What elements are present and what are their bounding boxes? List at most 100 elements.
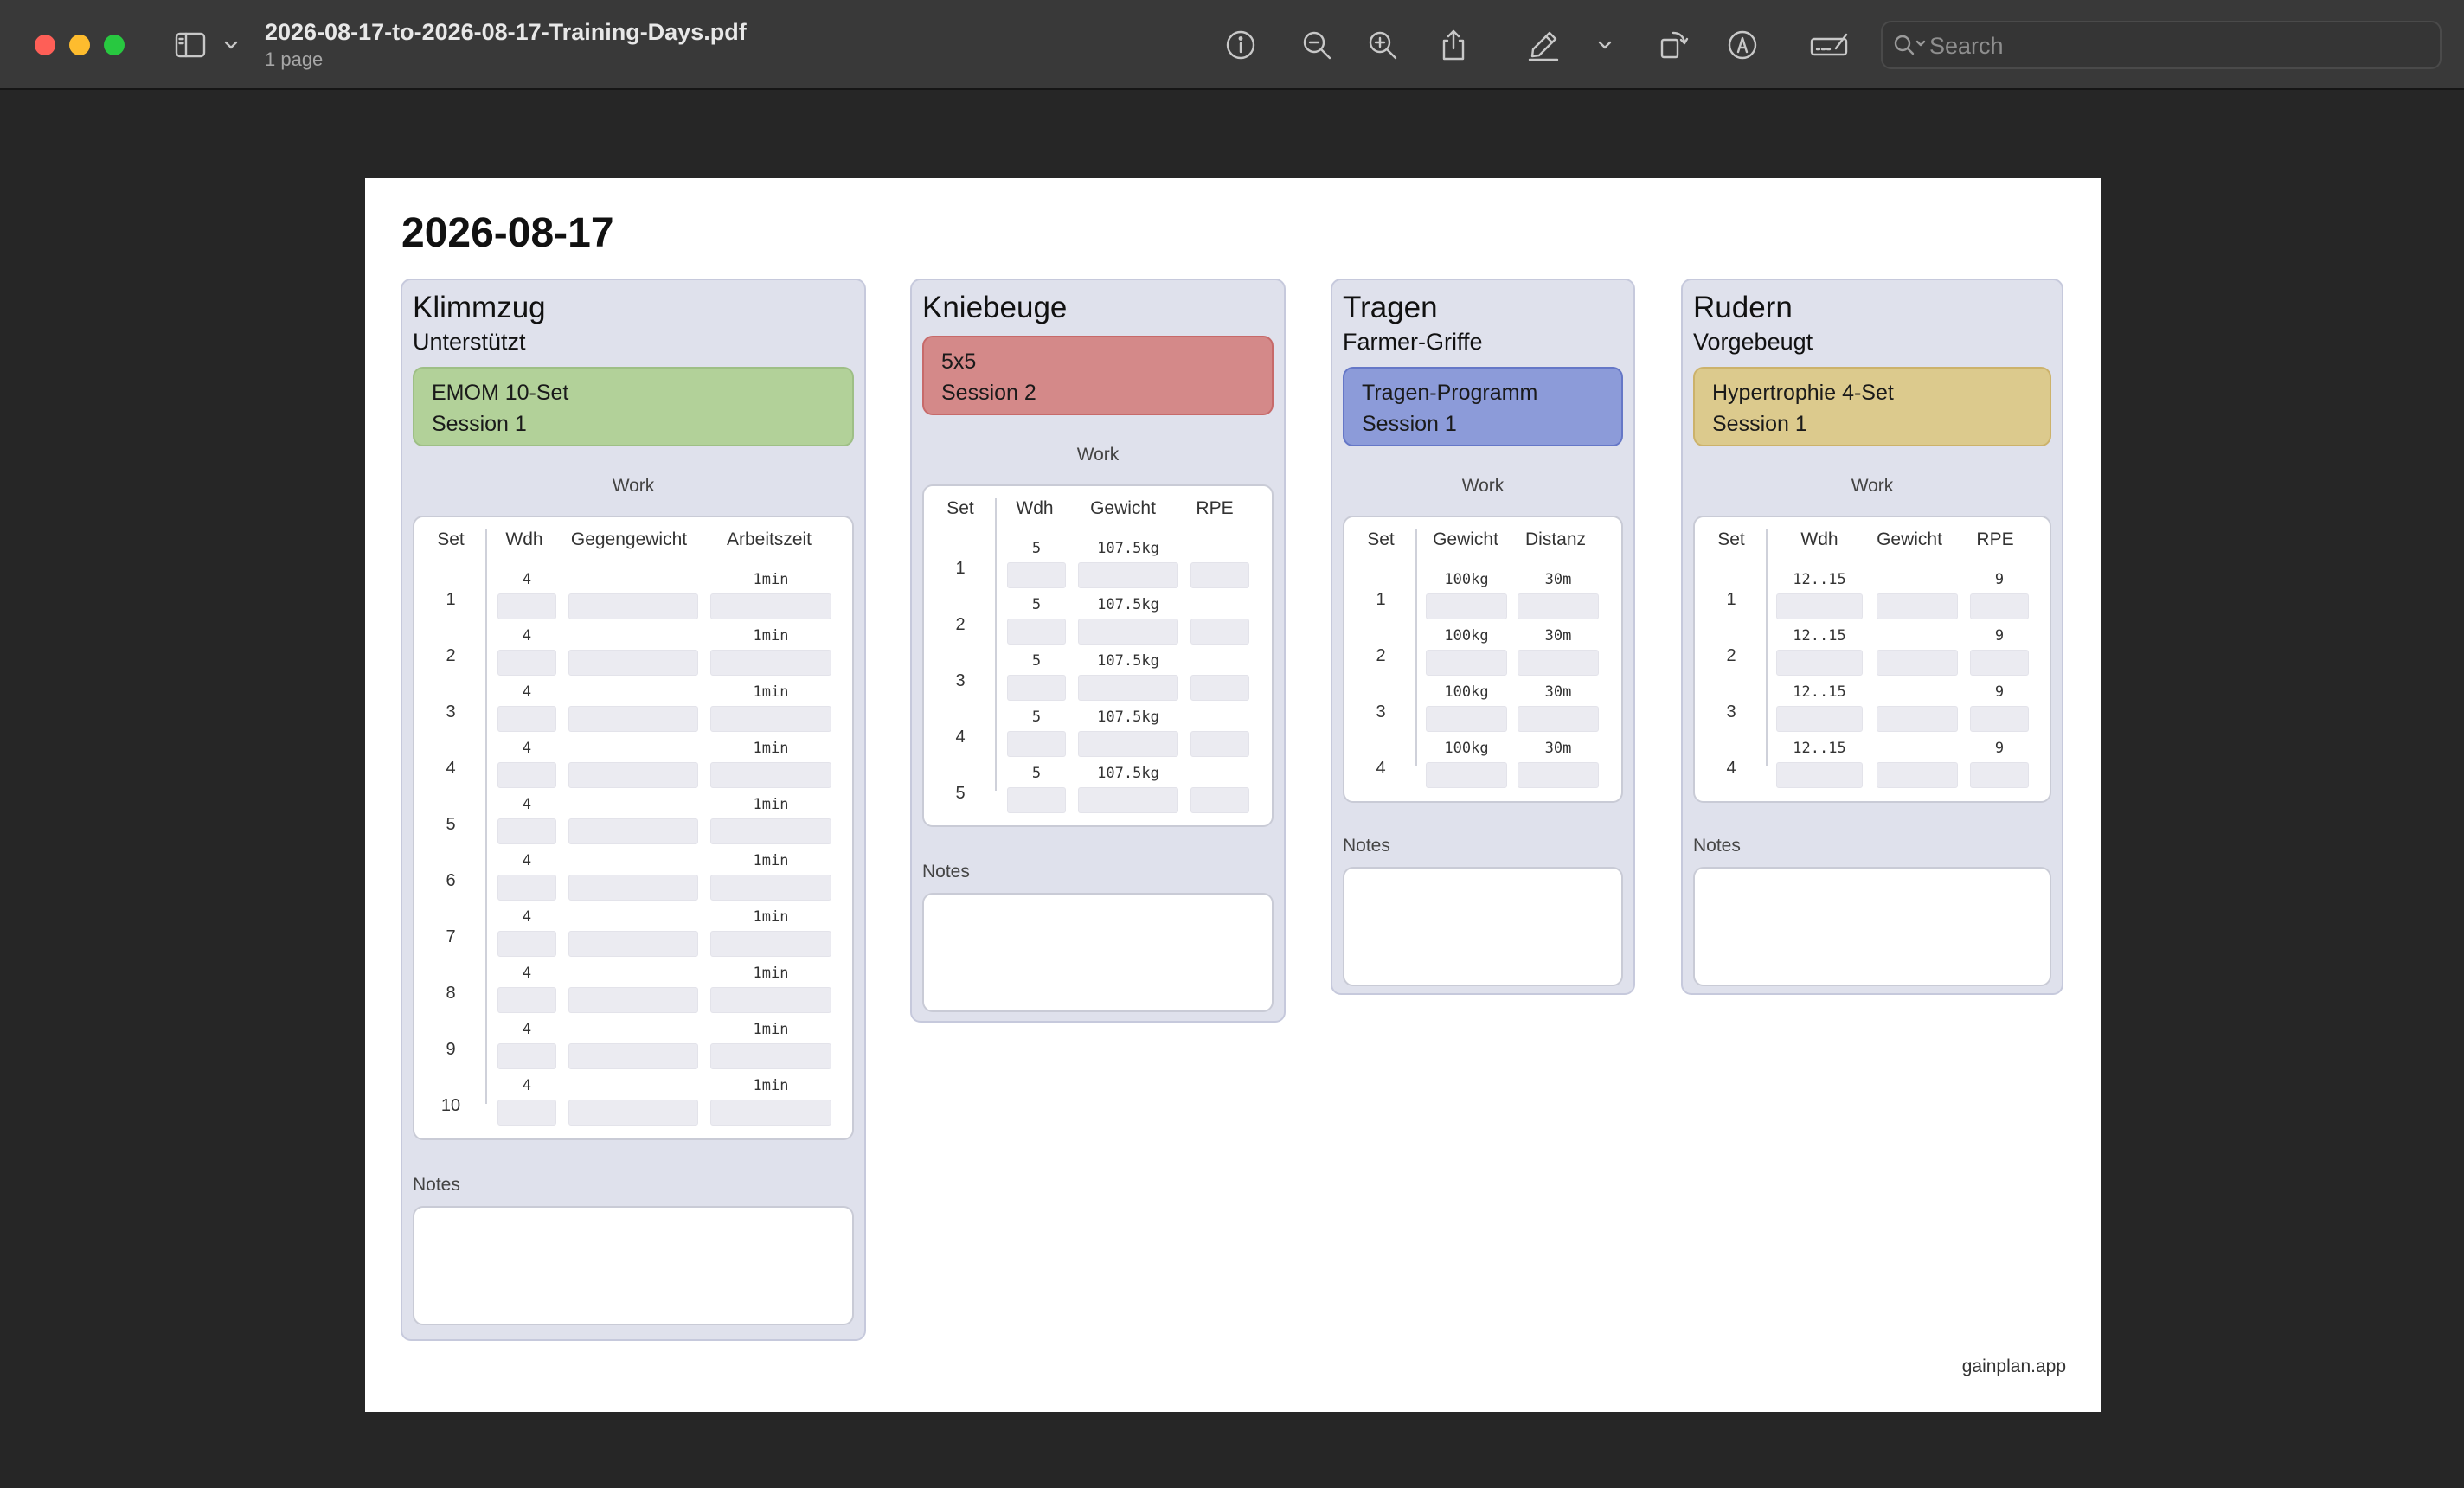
set-cell: 1min xyxy=(710,683,831,732)
log-input[interactable] xyxy=(1190,619,1249,645)
log-input[interactable] xyxy=(1518,762,1599,788)
log-input[interactable] xyxy=(1518,593,1599,619)
log-input[interactable] xyxy=(497,762,556,788)
log-input[interactable] xyxy=(710,1100,831,1126)
log-input[interactable] xyxy=(1518,706,1599,732)
log-input[interactable] xyxy=(710,931,831,957)
log-input[interactable] xyxy=(568,875,698,901)
target-value: 30m xyxy=(1544,740,1572,757)
log-input[interactable] xyxy=(1426,593,1507,619)
log-input[interactable] xyxy=(497,818,556,844)
log-input[interactable] xyxy=(497,650,556,676)
info-icon[interactable] xyxy=(1218,22,1263,67)
log-input[interactable] xyxy=(497,931,556,957)
log-input[interactable] xyxy=(1007,562,1066,588)
notes-field[interactable] xyxy=(413,1206,854,1325)
log-input[interactable] xyxy=(497,875,556,901)
signature-icon[interactable] xyxy=(1803,22,1855,67)
log-input[interactable] xyxy=(568,650,698,676)
log-input[interactable] xyxy=(497,1043,556,1069)
log-input[interactable] xyxy=(1190,787,1249,813)
log-input[interactable] xyxy=(568,987,698,1013)
set-number: 2 xyxy=(446,646,456,665)
log-input[interactable] xyxy=(1190,731,1249,757)
log-input[interactable] xyxy=(1877,650,1958,676)
log-input[interactable] xyxy=(1078,731,1178,757)
log-input[interactable] xyxy=(710,987,831,1013)
set-cell: 9 xyxy=(1970,627,2029,676)
log-input[interactable] xyxy=(1426,706,1507,732)
log-input[interactable] xyxy=(1970,650,2029,676)
log-input[interactable] xyxy=(710,762,831,788)
search-field[interactable] xyxy=(1881,21,2442,69)
log-input[interactable] xyxy=(1078,675,1178,701)
target-value: 5 xyxy=(1031,652,1042,670)
log-input[interactable] xyxy=(710,818,831,844)
log-input[interactable] xyxy=(710,1043,831,1069)
share-icon[interactable] xyxy=(1431,22,1476,67)
log-input[interactable] xyxy=(710,706,831,732)
search-input[interactable] xyxy=(1929,29,2422,62)
log-input[interactable] xyxy=(568,762,698,788)
sidebar-icon[interactable] xyxy=(168,22,213,67)
target-value: 107.5kg xyxy=(1097,540,1159,557)
work-table: Set Wdh Gegengewicht Arbeitszeit 1 4 1min 2… xyxy=(413,516,854,1140)
log-input[interactable] xyxy=(1078,787,1178,813)
highlighter-icon[interactable] xyxy=(1521,22,1566,67)
log-input[interactable] xyxy=(497,706,556,732)
log-input[interactable] xyxy=(568,1100,698,1126)
log-input[interactable] xyxy=(1970,762,2029,788)
log-input[interactable] xyxy=(1078,562,1178,588)
log-input[interactable] xyxy=(1007,787,1066,813)
markup-icon[interactable] xyxy=(1720,22,1765,67)
log-input[interactable] xyxy=(1007,675,1066,701)
log-input[interactable] xyxy=(1970,593,2029,619)
log-input[interactable] xyxy=(1776,762,1863,788)
target-value: 100kg xyxy=(1444,740,1489,757)
log-input[interactable] xyxy=(497,593,556,619)
log-input[interactable] xyxy=(1426,762,1507,788)
log-input[interactable] xyxy=(568,593,698,619)
chevron-down-icon[interactable] xyxy=(218,22,244,67)
log-input[interactable] xyxy=(710,650,831,676)
log-input[interactable] xyxy=(1877,706,1958,732)
log-input[interactable] xyxy=(1877,762,1958,788)
log-input[interactable] xyxy=(568,818,698,844)
log-input[interactable] xyxy=(1007,619,1066,645)
zoom-out-icon[interactable] xyxy=(1294,22,1339,67)
rotate-icon[interactable] xyxy=(1651,22,1696,67)
zoom-window-button[interactable] xyxy=(104,35,125,55)
close-window-button[interactable] xyxy=(35,35,55,55)
log-input[interactable] xyxy=(1776,650,1863,676)
log-input[interactable] xyxy=(1426,650,1507,676)
minimize-window-button[interactable] xyxy=(69,35,90,55)
log-input[interactable] xyxy=(568,931,698,957)
page-date-title: 2026-08-17 xyxy=(401,210,614,256)
log-input[interactable] xyxy=(1078,619,1178,645)
log-input[interactable] xyxy=(1877,593,1958,619)
log-input[interactable] xyxy=(710,593,831,619)
notes-field[interactable] xyxy=(922,893,1274,1012)
log-input[interactable] xyxy=(1190,675,1249,701)
work-label: Work xyxy=(1461,476,1505,496)
log-input[interactable] xyxy=(710,875,831,901)
notes-field[interactable] xyxy=(1693,867,2051,986)
chevron-down-icon[interactable] xyxy=(1592,22,1618,67)
log-input[interactable] xyxy=(1970,706,2029,732)
target-value: 1min xyxy=(753,965,789,982)
log-input[interactable] xyxy=(568,1043,698,1069)
log-input[interactable] xyxy=(1007,731,1066,757)
work-label: Work xyxy=(1851,476,1894,496)
zoom-in-icon[interactable] xyxy=(1360,22,1405,67)
log-input[interactable] xyxy=(497,987,556,1013)
log-input[interactable] xyxy=(1776,706,1863,732)
notes-field[interactable] xyxy=(1343,867,1623,986)
log-input[interactable] xyxy=(1190,562,1249,588)
log-input[interactable] xyxy=(1518,650,1599,676)
log-input[interactable] xyxy=(1776,593,1863,619)
set-cell: 30m xyxy=(1518,683,1599,732)
log-input[interactable] xyxy=(568,706,698,732)
set-cell: 107.5kg xyxy=(1078,596,1178,645)
exercise-card-rudern: Rudern Vorgebeugt Hypertrophie 4-Set Ses… xyxy=(1681,279,2063,995)
log-input[interactable] xyxy=(497,1100,556,1126)
